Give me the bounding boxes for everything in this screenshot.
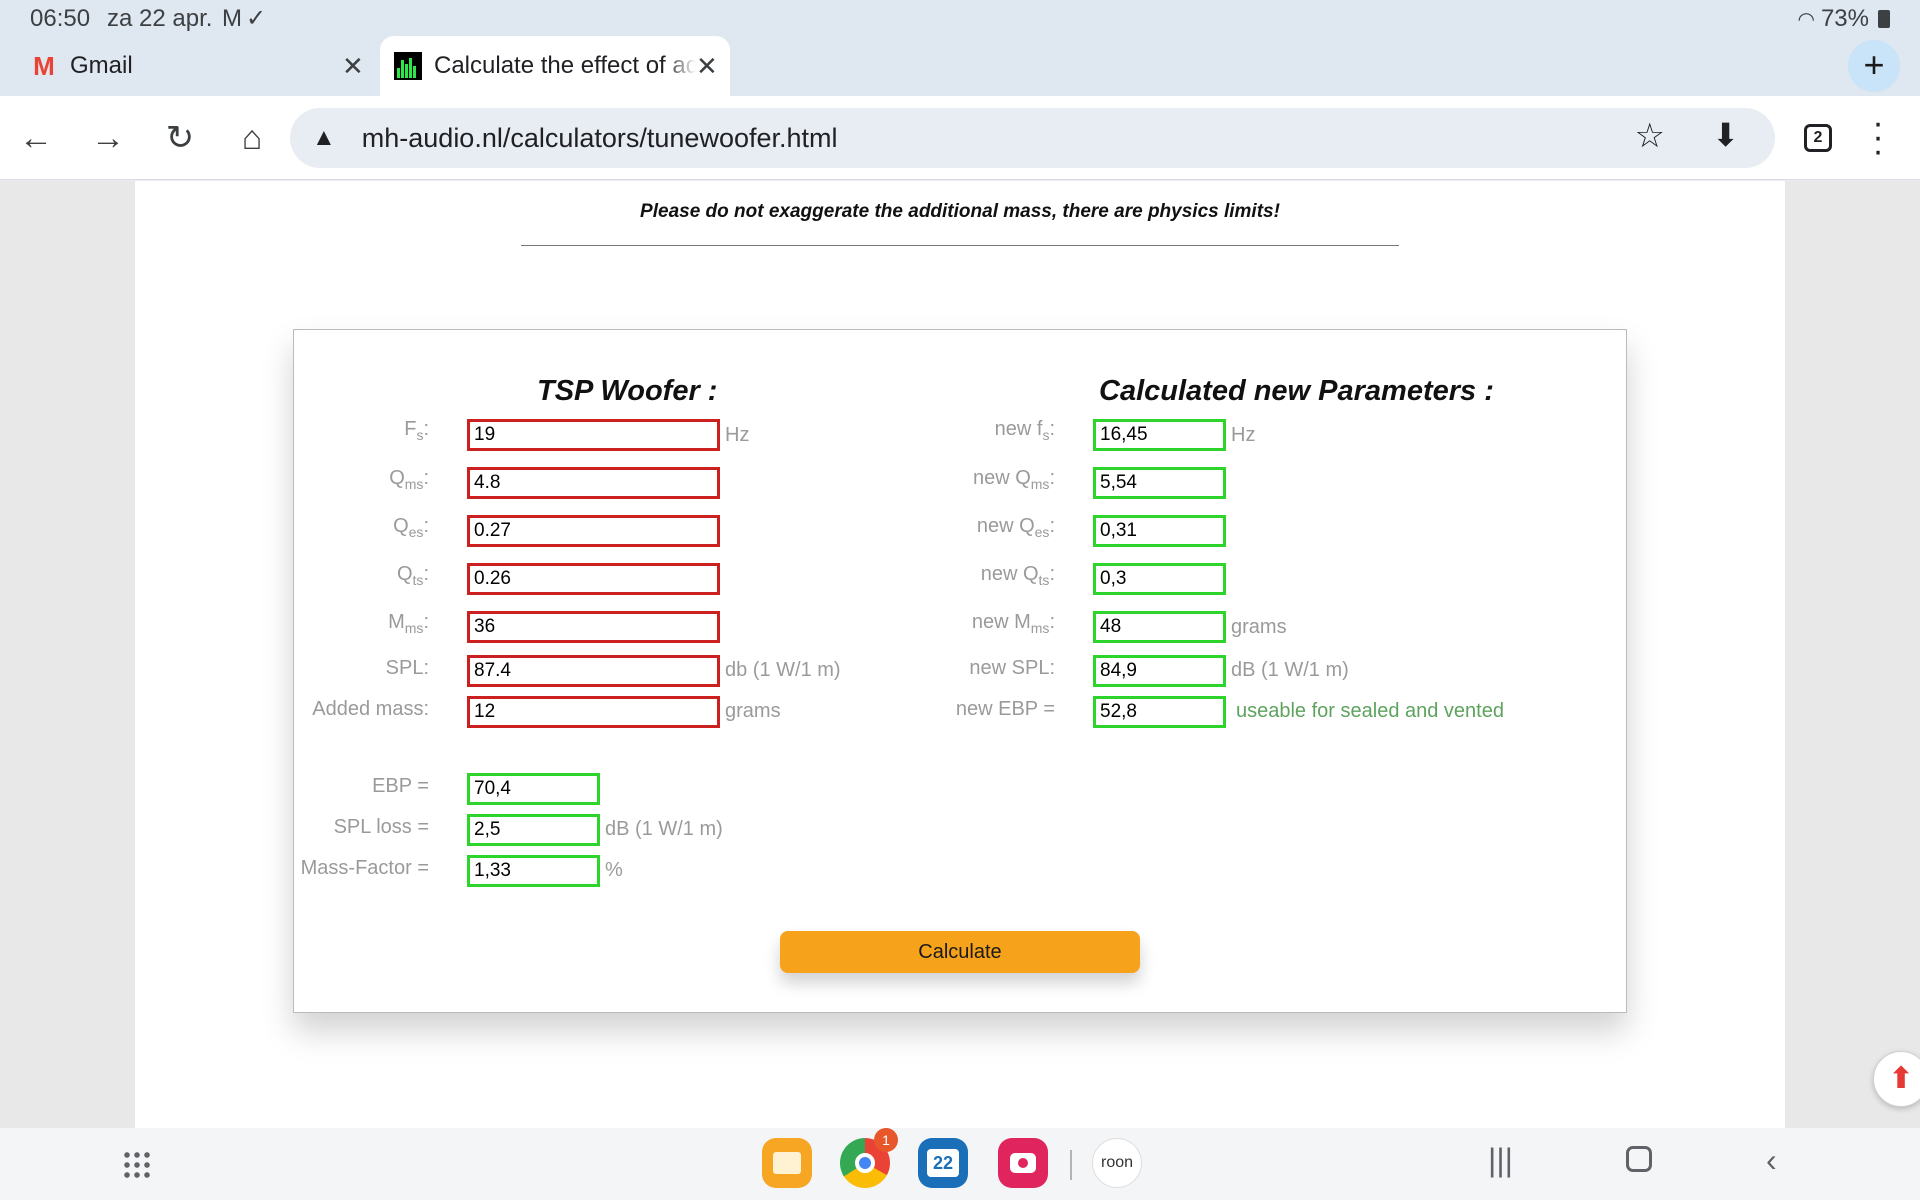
home-icon[interactable]: ⌂ (228, 114, 276, 162)
ebp-output: 70,4 (467, 773, 600, 805)
calendar-day: 22 (927, 1149, 959, 1177)
spl-loss-label: SPL loss = (333, 816, 429, 838)
new-ebp-output: 52,8 (1093, 696, 1226, 728)
close-icon[interactable]: ✕ (342, 51, 364, 82)
new-qts-label: new Qts: (980, 563, 1055, 588)
tab-label: Calculate the effect of adding mass (434, 52, 696, 79)
right-column-title: Calculated new Parameters : (1099, 375, 1494, 407)
not-secure-warning-icon[interactable]: ▲ (312, 124, 336, 152)
new-fs-output: 16,45 (1093, 419, 1226, 451)
ebp-label: EBP = (372, 775, 429, 797)
checkmark-icon: ✓ (246, 5, 271, 32)
status-bar: 06:50 za 22 apr. M✓ ◠ 73% (0, 0, 1920, 36)
url-text[interactable]: mh-audio.nl/calculators/tunewoofer.html (362, 123, 838, 154)
fs-input[interactable]: 19 (467, 419, 720, 451)
web-content: Please do not exaggerate the additional … (0, 181, 1920, 1128)
spl-input[interactable]: 87.4 (467, 655, 720, 687)
spl-loss-unit: dB (1 W/1 m) (605, 818, 723, 840)
browser-toolbar: ← → ↻ ⌂ ▲ mh-audio.nl/calculators/tunewo… (0, 96, 1920, 180)
app-drawer-icon[interactable] (122, 1150, 150, 1178)
reload-icon[interactable]: ↻ (156, 114, 204, 162)
mass-factor-unit: % (605, 859, 623, 881)
new-mms-label: new Mms: (971, 611, 1055, 636)
added-mass-input[interactable]: 12 (467, 696, 720, 728)
calendar-app-icon[interactable]: 22 (918, 1138, 968, 1188)
notice-text: Please do not exaggerate the additional … (640, 201, 1280, 222)
android-nav-bar: 1 22 roon ||| ‹ (0, 1128, 1920, 1200)
gmail-notification-icon: M (222, 5, 246, 32)
spl-label: SPL: (385, 657, 429, 679)
wifi-icon: ◠ (1797, 8, 1815, 31)
tab-calculator[interactable]: Calculate the effect of adding mass ✕ (380, 36, 730, 96)
tab-switcher-button[interactable]: 2 (1804, 124, 1832, 152)
status-time: 06:50 (30, 5, 91, 32)
new-spl-output: 84,9 (1093, 655, 1226, 687)
spl-unit: db (1 W/1 m) (725, 659, 841, 681)
notification-icons: M✓ (222, 4, 270, 33)
back-arrow-icon[interactable]: ← (12, 114, 60, 162)
new-ebp-label: new EBP = (955, 698, 1055, 720)
tab-strip: M Gmail ✕ Calculate the effect of adding… (0, 36, 1920, 96)
back-nav-icon[interactable]: ‹ (1766, 1142, 1777, 1179)
page-body: Please do not exaggerate the additional … (135, 181, 1785, 1128)
battery-icon (1878, 10, 1890, 28)
battery-level: 73% (1820, 5, 1869, 32)
new-ebp-note: useable for sealed and vented (1236, 700, 1504, 722)
roon-label: roon (1100, 1154, 1134, 1171)
roon-app-icon[interactable]: roon (1092, 1138, 1142, 1188)
qes-label: Qes: (393, 515, 429, 540)
mms-label: Mms: (388, 611, 429, 636)
mass-factor-label: Mass-Factor = (300, 857, 429, 879)
files-app-icon[interactable] (762, 1138, 812, 1188)
fs-label: Fs: (404, 418, 429, 443)
new-fs-unit: Hz (1231, 424, 1256, 446)
new-tab-button[interactable]: + (1848, 40, 1900, 92)
qms-label: Qms: (389, 467, 429, 492)
status-right: ◠ 73% (1797, 5, 1890, 33)
calculator-card: TSP Woofer : Calculated new Parameters :… (293, 329, 1627, 1013)
left-column-title: TSP Woofer : (537, 375, 718, 407)
added-mass-label: Added mass: (312, 698, 429, 720)
notification-badge: 1 (874, 1128, 898, 1152)
new-qms-label: new Qms: (972, 467, 1055, 492)
new-qts-output: 0,3 (1093, 563, 1226, 595)
spl-loss-output: 2,5 (467, 814, 600, 846)
tab-label: Gmail (70, 52, 133, 79)
new-qes-output: 0,31 (1093, 515, 1226, 547)
qms-input[interactable]: 4.8 (467, 467, 720, 499)
new-fs-label: new fs: (994, 418, 1055, 443)
forward-arrow-icon[interactable]: → (84, 114, 132, 162)
status-date: za 22 apr. (107, 5, 213, 32)
qts-label: Qts: (396, 563, 429, 588)
download-icon[interactable]: ⬇ (1712, 116, 1739, 154)
screen-recorder-app-icon[interactable] (998, 1138, 1048, 1188)
new-qes-label: new Qes: (976, 515, 1055, 540)
tab-gmail[interactable]: M Gmail ✕ (30, 36, 370, 96)
qes-input[interactable]: 0.27 (467, 515, 720, 547)
address-bar[interactable]: ▲ mh-audio.nl/calculators/tunewoofer.htm… (290, 108, 1775, 168)
dock-separator (1070, 1150, 1072, 1180)
bookmark-star-icon[interactable]: ☆ (1635, 116, 1665, 156)
graph-icon (394, 52, 422, 80)
fs-unit: Hz (725, 424, 750, 446)
mass-factor-output: 1,33 (467, 855, 600, 887)
mms-input[interactable]: 36 (467, 611, 720, 643)
new-spl-label: new SPL: (969, 657, 1055, 679)
close-icon[interactable]: ✕ (696, 51, 718, 82)
scroll-to-top-button[interactable]: ⬆ (1873, 1051, 1920, 1107)
calculate-button[interactable]: Calculate (780, 931, 1140, 973)
more-menu-icon[interactable]: · · · (1868, 106, 1888, 168)
new-mms-unit: grams (1231, 616, 1287, 638)
new-mms-output: 48 (1093, 611, 1226, 643)
recent-apps-icon[interactable]: ||| (1488, 1142, 1513, 1179)
qts-input[interactable]: 0.26 (467, 563, 720, 595)
arrow-up-icon: ⬆ (1888, 1062, 1914, 1095)
new-qms-output: 5,54 (1093, 467, 1226, 499)
divider (521, 245, 1399, 246)
gmail-icon: M (33, 50, 55, 81)
added-mass-unit: grams (725, 700, 781, 722)
new-spl-unit: dB (1 W/1 m) (1231, 659, 1349, 681)
chrome-app-icon[interactable]: 1 (840, 1128, 898, 1188)
home-nav-icon[interactable] (1626, 1146, 1652, 1172)
